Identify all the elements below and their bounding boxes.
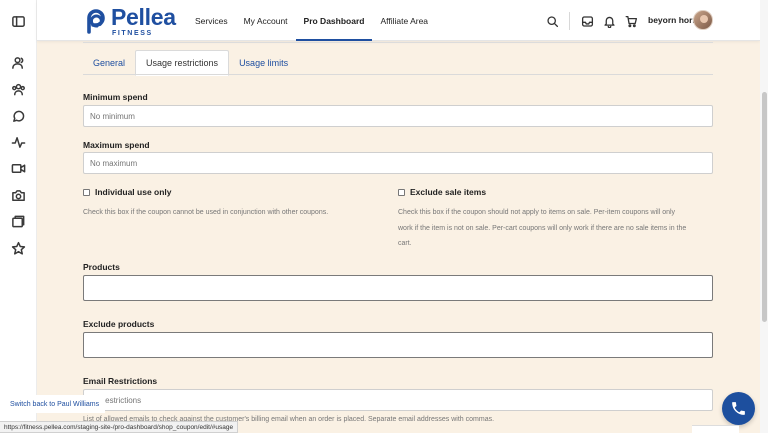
search-icon[interactable] — [545, 14, 559, 28]
left-sidebar — [0, 0, 37, 433]
tab-usage-limits[interactable]: Usage limits — [229, 50, 298, 76]
tab-usage-restrictions[interactable]: Usage restrictions — [135, 50, 230, 76]
activity-icon[interactable] — [10, 134, 26, 150]
nav-pro-dashboard[interactable]: Pro Dashboard — [295, 0, 373, 41]
email-restrictions-label: Email Restrictions — [83, 376, 158, 386]
camera-icon[interactable] — [10, 187, 26, 203]
star-icon[interactable] — [10, 240, 26, 256]
email-restrictions-input[interactable] — [83, 389, 713, 411]
header-divider — [569, 12, 570, 30]
products-label: Products — [83, 262, 120, 272]
tabs-divider — [83, 74, 713, 75]
brand-name: Pellea — [111, 3, 176, 30]
exclude-sale-help-line: cart. — [398, 240, 412, 247]
products-input[interactable] — [83, 275, 713, 301]
users-icon[interactable] — [10, 54, 26, 70]
nav-my-account[interactable]: My Account — [236, 0, 296, 41]
folders-icon[interactable] — [10, 213, 26, 229]
pellea-logo-icon — [87, 9, 105, 34]
minimum-spend-label: Minimum spend — [83, 92, 148, 102]
user-name[interactable]: beyorn horn — [648, 15, 698, 25]
switch-back-link[interactable]: Switch back to Paul Williams — [0, 395, 105, 413]
exclude-sale-label: Exclude sale items — [410, 187, 487, 197]
brand-logo[interactable]: Pellea FITNESS — [84, 3, 176, 37]
exclude-products-input[interactable] — [83, 332, 713, 358]
inbox-icon[interactable] — [580, 14, 594, 28]
bell-icon[interactable] — [602, 14, 616, 28]
exclude-products-label: Exclude products — [83, 319, 155, 329]
cart-icon[interactable] — [624, 14, 638, 28]
individual-use-checkbox[interactable] — [83, 188, 90, 196]
coupon-tabs: General Usage restrictions Usage limits — [83, 50, 298, 76]
divider — [83, 41, 713, 43]
group-icon[interactable] — [10, 81, 26, 97]
individual-use-help: Check this box if the coupon cannot be u… — [83, 209, 329, 216]
nav-services[interactable]: Services — [187, 0, 236, 41]
coupon-form: General Usage restrictions Usage limits … — [83, 41, 713, 433]
page-scrollbar[interactable] — [760, 0, 768, 433]
video-icon[interactable] — [10, 160, 26, 176]
main-nav: Services My Account Pro Dashboard Affili… — [187, 0, 436, 41]
nav-affiliate-area[interactable]: Affiliate Area — [372, 0, 436, 41]
chat-widget-edge — [692, 425, 739, 433]
brand-sub: FITNESS — [112, 29, 153, 37]
phone-icon — [732, 402, 745, 415]
top-header: Pellea FITNESS Services My Account Pro D… — [37, 0, 760, 41]
exclude-sale-help-line: Check this box if the coupon should not … — [398, 209, 676, 216]
minimum-spend-input[interactable] — [83, 105, 713, 127]
avatar[interactable] — [693, 10, 713, 30]
tab-general[interactable]: General — [83, 50, 135, 76]
chat-icon[interactable] — [10, 108, 26, 124]
exclude-sale-checkbox-row: Exclude sale items — [398, 187, 486, 197]
individual-use-label: Individual use only — [95, 187, 172, 197]
header-icons — [545, 12, 638, 30]
call-button[interactable] — [722, 392, 755, 425]
individual-use-checkbox-row: Individual use only — [83, 187, 172, 197]
maximum-spend-label: Maximum spend — [83, 140, 150, 150]
exclude-sale-help: Check this box if the coupon should not … — [398, 205, 713, 252]
sidebar-toggle-icon[interactable] — [10, 13, 26, 29]
exclude-sale-help-line: work if the item is not on sale. Per-car… — [398, 224, 687, 232]
maximum-spend-input[interactable] — [83, 152, 713, 174]
scrollbar-thumb[interactable] — [762, 92, 767, 322]
status-bar-url: https://fitness.pellea.com/staging-site-… — [0, 421, 239, 433]
exclude-sale-checkbox[interactable] — [398, 188, 405, 196]
